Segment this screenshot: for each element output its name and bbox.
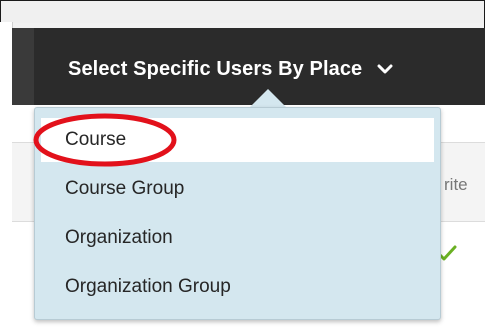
menu-item-organization[interactable]: Organization: [41, 216, 434, 260]
top-strip: [1, 1, 484, 23]
menu-item-label: Course Group: [65, 178, 185, 199]
menu-item-course-group[interactable]: Course Group: [41, 167, 434, 211]
menu-item-course[interactable]: Course: [41, 118, 434, 162]
menu-caret: [250, 89, 286, 107]
menu-item-label: Course: [65, 129, 127, 150]
select-users-by-place-dropdown[interactable]: Select Specific Users By Place: [68, 52, 395, 86]
menu-item-organization-group[interactable]: Organization Group: [41, 265, 434, 309]
dropdown-label: Select Specific Users By Place: [68, 57, 363, 80]
column-header-partial: rite: [444, 175, 468, 194]
place-dropdown-menu: Course Course Group Organization Organiz…: [34, 107, 441, 320]
menu-item-label: Organization Group: [65, 276, 231, 297]
chevron-down-icon: [375, 59, 395, 79]
menu-item-label: Organization: [65, 227, 173, 248]
toolbar-edge: [12, 28, 34, 105]
